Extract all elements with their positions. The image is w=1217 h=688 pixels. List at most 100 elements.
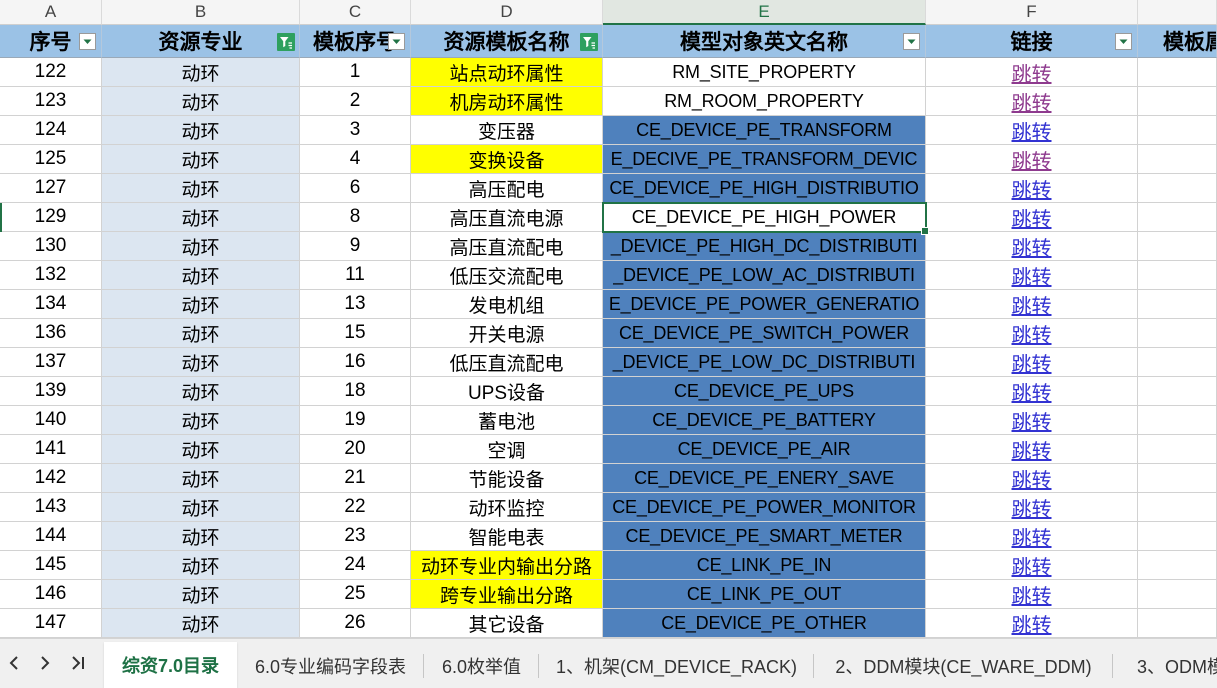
column-header-d[interactable]: D <box>411 0 603 25</box>
link-jump[interactable]: 跳转 <box>1012 493 1052 521</box>
link-jump[interactable]: 跳转 <box>1012 435 1052 463</box>
cell-template-attr[interactable] <box>1138 319 1217 348</box>
next-sheet-button[interactable] <box>35 650 55 676</box>
cell-model-name[interactable]: CE_DEVICE_PE_ENERY_SAVE <box>603 464 926 493</box>
header-cell-model-name[interactable]: 模型对象英文名称 <box>603 25 926 58</box>
cell-template-no[interactable]: 25 <box>300 580 411 609</box>
filter-dropdown-icon[interactable] <box>388 33 406 51</box>
cell-template-no[interactable]: 21 <box>300 464 411 493</box>
cell-domain[interactable]: 动环 <box>102 290 300 319</box>
cell-domain[interactable]: 动环 <box>102 377 300 406</box>
cell-seq[interactable]: 142 <box>0 464 102 493</box>
cell-domain[interactable]: 动环 <box>102 464 300 493</box>
cell-link[interactable]: 跳转 <box>926 493 1138 522</box>
cell-template-attr[interactable] <box>1138 203 1217 232</box>
cell-seq[interactable]: 140 <box>0 406 102 435</box>
cell-seq[interactable]: 132 <box>0 261 102 290</box>
cell-template-no[interactable]: 22 <box>300 493 411 522</box>
sheet-tab[interactable]: 2、DDM模块(CE_WARE_DDM) <box>814 643 1113 688</box>
cell-template-name[interactable]: 动环专业内输出分路 <box>411 551 603 580</box>
cell-domain[interactable]: 动环 <box>102 116 300 145</box>
cell-domain[interactable]: 动环 <box>102 174 300 203</box>
cell-link[interactable]: 跳转 <box>926 522 1138 551</box>
column-header-e[interactable]: E <box>603 0 926 25</box>
column-header-a[interactable]: A <box>0 0 102 25</box>
cell-domain[interactable]: 动环 <box>102 87 300 116</box>
cell-template-attr[interactable] <box>1138 174 1217 203</box>
cell-template-no[interactable]: 19 <box>300 406 411 435</box>
link-jump[interactable]: 跳转 <box>1012 58 1052 86</box>
cell-template-no[interactable]: 23 <box>300 522 411 551</box>
cell-template-no[interactable]: 11 <box>300 261 411 290</box>
link-jump[interactable]: 跳转 <box>1012 203 1052 231</box>
link-jump[interactable]: 跳转 <box>1012 319 1052 347</box>
cell-template-no[interactable]: 24 <box>300 551 411 580</box>
cell-link[interactable]: 跳转 <box>926 261 1138 290</box>
link-jump[interactable]: 跳转 <box>1012 609 1052 637</box>
cell-template-no[interactable]: 4 <box>300 145 411 174</box>
cell-template-name[interactable]: 发电机组 <box>411 290 603 319</box>
cell-template-attr[interactable] <box>1138 348 1217 377</box>
cell-seq[interactable]: 136 <box>0 319 102 348</box>
filter-active-icon[interactable] <box>277 33 295 51</box>
cell-template-no[interactable]: 15 <box>300 319 411 348</box>
cell-seq[interactable]: 125 <box>0 145 102 174</box>
cell-template-name[interactable]: 节能设备 <box>411 464 603 493</box>
cell-template-name[interactable]: 开关电源 <box>411 319 603 348</box>
cell-seq[interactable]: 137 <box>0 348 102 377</box>
cell-seq[interactable]: 139 <box>0 377 102 406</box>
cell-template-attr[interactable] <box>1138 406 1217 435</box>
cell-domain[interactable]: 动环 <box>102 435 300 464</box>
cell-template-attr[interactable] <box>1138 261 1217 290</box>
cell-seq[interactable]: 123 <box>0 87 102 116</box>
cell-template-name[interactable]: 变换设备 <box>411 145 603 174</box>
cell-template-no[interactable]: 8 <box>300 203 411 232</box>
sheet-tab[interactable]: 6.0专业编码字段表 <box>237 643 424 688</box>
cell-template-no[interactable]: 2 <box>300 87 411 116</box>
header-cell-link[interactable]: 链接 <box>926 25 1138 58</box>
cell-seq[interactable]: 146 <box>0 580 102 609</box>
cell-seq[interactable]: 124 <box>0 116 102 145</box>
cell-seq[interactable]: 129 <box>0 203 102 232</box>
cell-link[interactable]: 跳转 <box>926 551 1138 580</box>
cell-seq[interactable]: 141 <box>0 435 102 464</box>
cell-template-name[interactable]: UPS设备 <box>411 377 603 406</box>
link-jump[interactable]: 跳转 <box>1012 290 1052 318</box>
cell-model-name[interactable]: CE_DEVICE_PE_UPS <box>603 377 926 406</box>
cell-model-name[interactable]: CE_DEVICE_PE_OTHER <box>603 609 926 638</box>
cell-template-name[interactable]: 低压直流配电 <box>411 348 603 377</box>
cell-link[interactable]: 跳转 <box>926 377 1138 406</box>
cell-template-no[interactable]: 26 <box>300 609 411 638</box>
header-cell-domain[interactable]: 资源专业 <box>102 25 300 58</box>
cell-link[interactable]: 跳转 <box>926 145 1138 174</box>
cell-model-name[interactable]: CE_DEVICE_PE_SMART_METER <box>603 522 926 551</box>
cell-template-name[interactable]: 高压配电 <box>411 174 603 203</box>
cell-template-attr[interactable] <box>1138 232 1217 261</box>
sheet-tab[interactable]: 3、ODM模 <box>1113 643 1217 688</box>
cell-link[interactable]: 跳转 <box>926 348 1138 377</box>
column-header-b[interactable]: B <box>102 0 300 25</box>
cell-template-attr[interactable] <box>1138 464 1217 493</box>
cell-link[interactable]: 跳转 <box>926 609 1138 638</box>
cell-model-name[interactable]: CE_DEVICE_PE_TRANSFORM <box>603 116 926 145</box>
cell-template-attr[interactable] <box>1138 493 1217 522</box>
link-jump[interactable]: 跳转 <box>1012 580 1052 608</box>
cell-template-attr[interactable] <box>1138 58 1217 87</box>
cell-template-no[interactable]: 9 <box>300 232 411 261</box>
cell-template-attr[interactable] <box>1138 609 1217 638</box>
cell-template-no[interactable]: 6 <box>300 174 411 203</box>
header-cell-template-name[interactable]: 资源模板名称 <box>411 25 603 58</box>
cell-model-name[interactable]: CE_DEVICE_PE_SWITCH_POWER <box>603 319 926 348</box>
filter-active-icon[interactable] <box>580 33 598 51</box>
cell-template-name[interactable]: 高压直流电源 <box>411 203 603 232</box>
cell-model-name[interactable]: CE_DEVICE_PE_HIGH_DISTRIBUTIO <box>603 174 926 203</box>
cell-domain[interactable]: 动环 <box>102 58 300 87</box>
cell-link[interactable]: 跳转 <box>926 319 1138 348</box>
link-jump[interactable]: 跳转 <box>1012 116 1052 144</box>
cell-template-name[interactable]: 低压交流配电 <box>411 261 603 290</box>
cell-model-name[interactable]: RM_ROOM_PROPERTY <box>603 87 926 116</box>
cell-model-name[interactable]: CE_LINK_PE_IN <box>603 551 926 580</box>
cell-link[interactable]: 跳转 <box>926 203 1138 232</box>
cell-link[interactable]: 跳转 <box>926 406 1138 435</box>
cell-model-name[interactable]: CE_DEVICE_PE_BATTERY <box>603 406 926 435</box>
